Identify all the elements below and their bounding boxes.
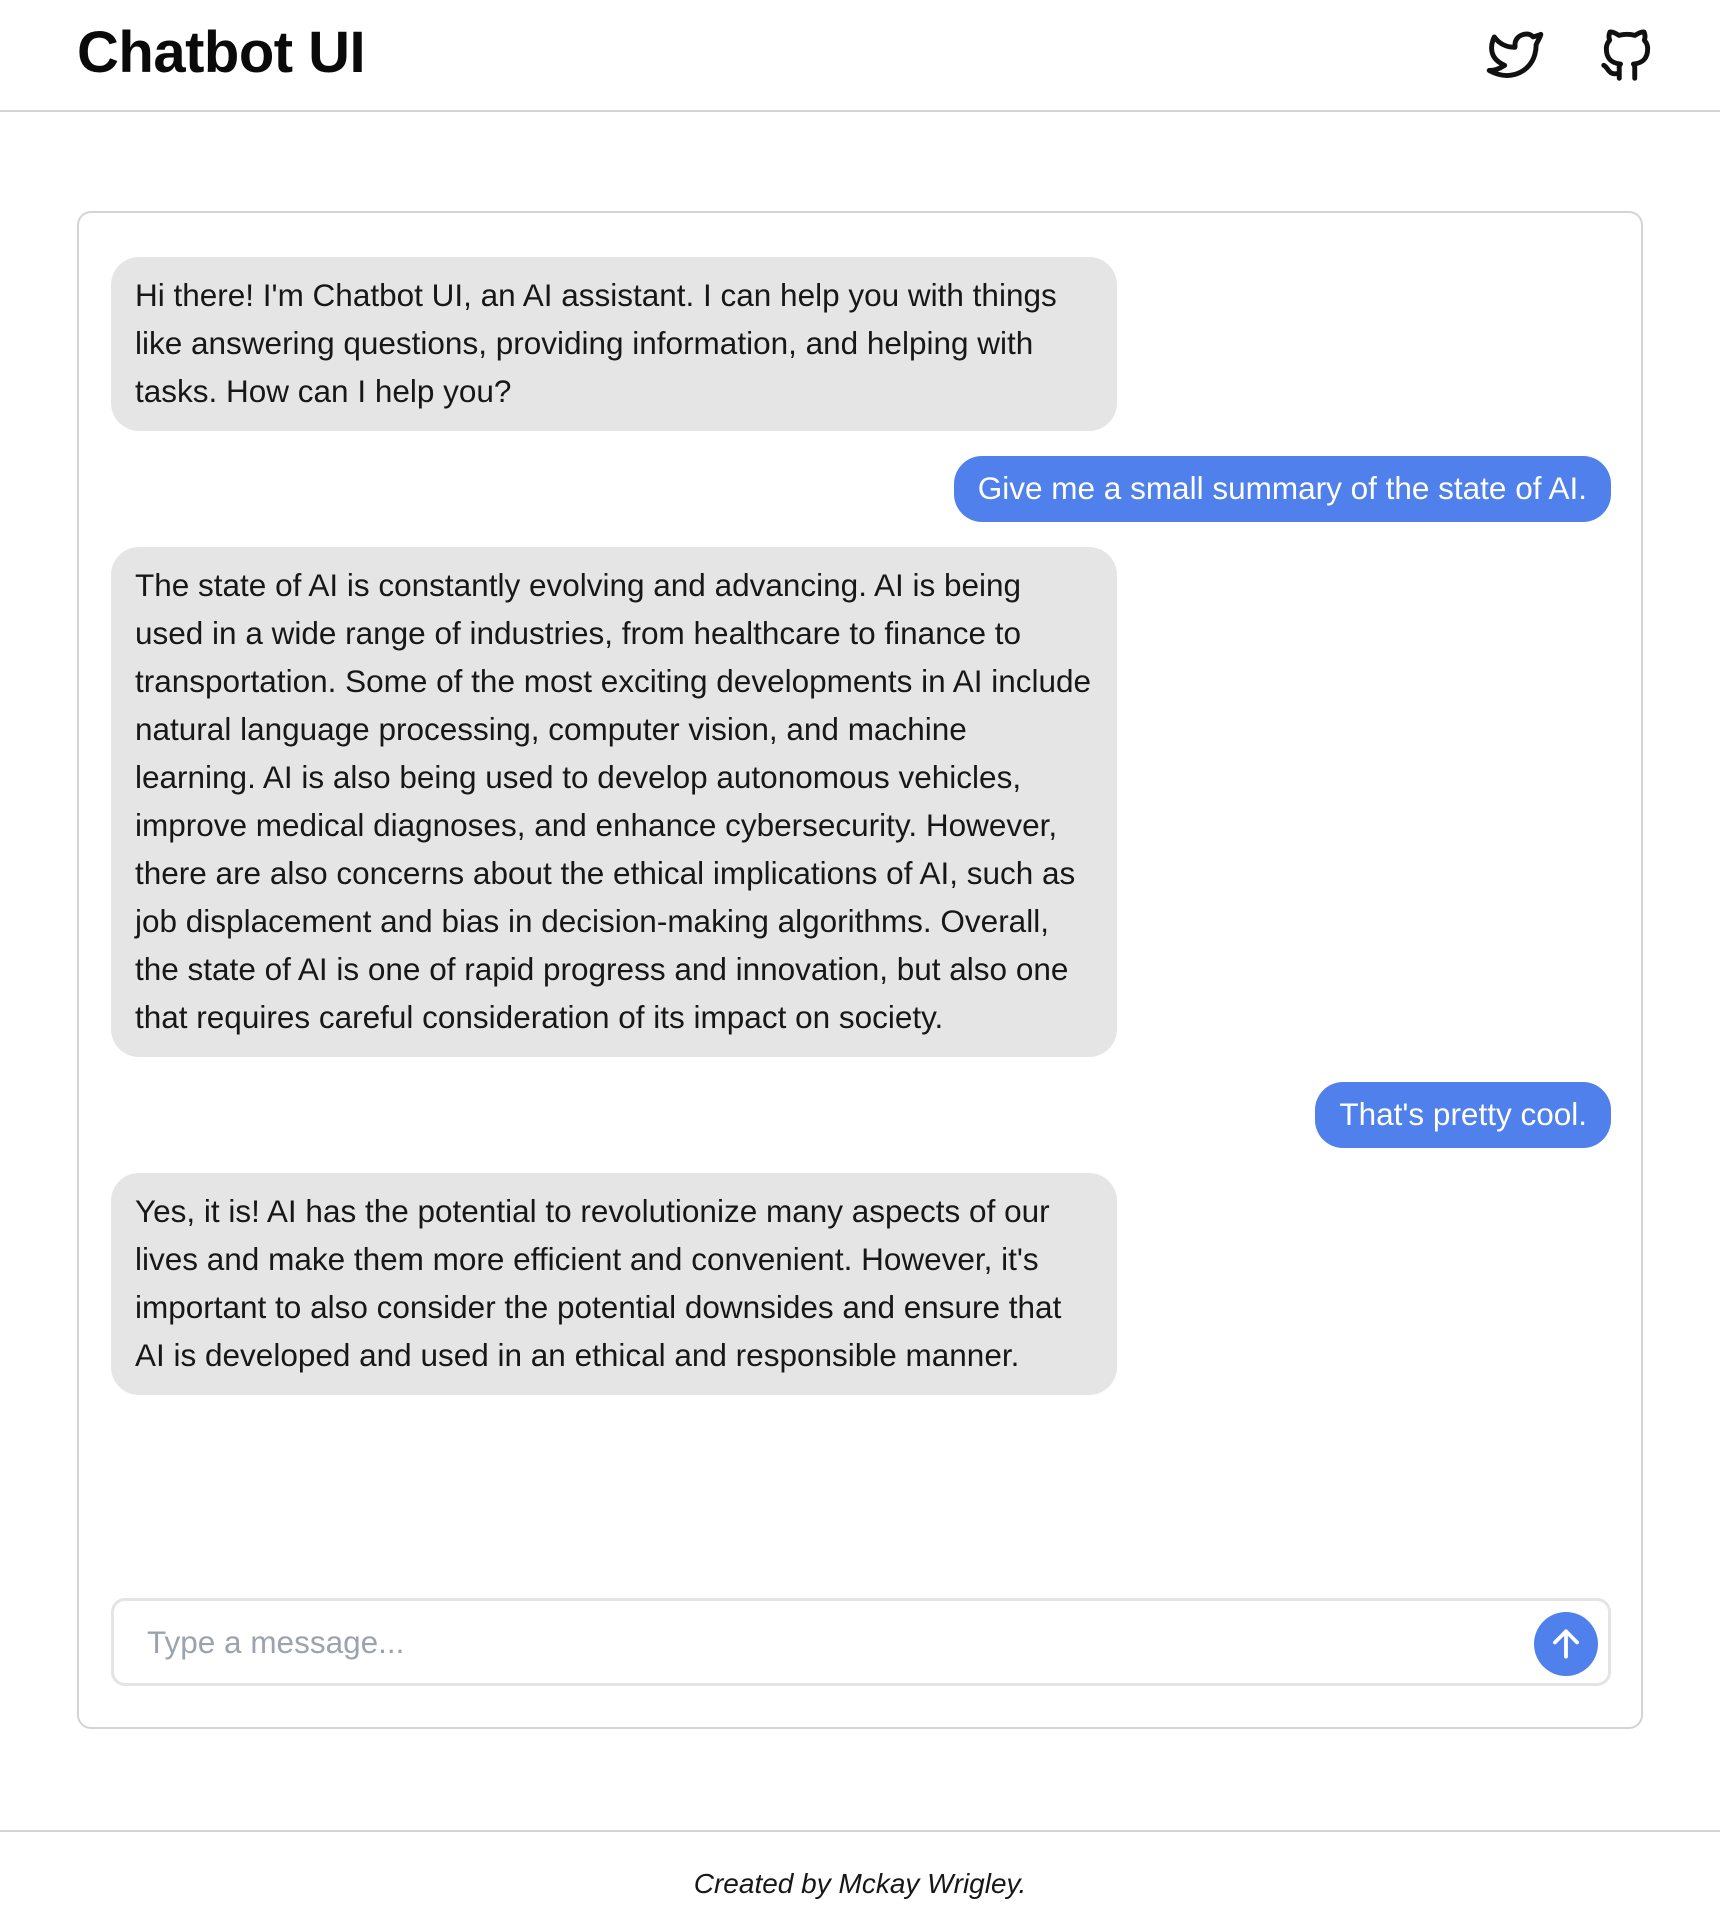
- send-button[interactable]: [1534, 1612, 1598, 1676]
- user-message: Give me a small summary of the state of …: [953, 456, 1611, 522]
- message-row: The state of AI is constantly evolving a…: [111, 547, 1611, 1057]
- message-row: Give me a small summary of the state of …: [111, 456, 1611, 522]
- chatbot-page: Chatbot UI Hi there! I'm Chatbot UI, an …: [0, 0, 1720, 1930]
- twitter-icon[interactable]: [1484, 24, 1546, 86]
- github-icon[interactable]: [1596, 24, 1658, 86]
- message-input[interactable]: [114, 1601, 1504, 1683]
- message-list: Hi there! I'm Chatbot UI, an AI assistan…: [111, 257, 1611, 1420]
- assistant-message: Yes, it is! AI has the potential to revo…: [111, 1173, 1117, 1395]
- message-row: Yes, it is! AI has the potential to revo…: [111, 1173, 1611, 1395]
- arrow-up-icon: [1553, 1629, 1579, 1659]
- footer-credit: Created by Mckay Wrigley.: [693, 1868, 1027, 1899]
- assistant-message: The state of AI is constantly evolving a…: [111, 547, 1117, 1057]
- app-title: Chatbot UI: [77, 20, 366, 85]
- header: Chatbot UI: [0, 0, 1720, 112]
- message-row: That's pretty cool.: [111, 1082, 1611, 1148]
- assistant-message: Hi there! I'm Chatbot UI, an AI assistan…: [111, 257, 1117, 431]
- message-input-box: [111, 1598, 1611, 1686]
- message-row: Hi there! I'm Chatbot UI, an AI assistan…: [111, 257, 1611, 431]
- footer: Created by Mckay Wrigley.: [0, 1830, 1720, 1930]
- chat-panel: Hi there! I'm Chatbot UI, an AI assistan…: [77, 211, 1643, 1729]
- user-message: That's pretty cool.: [1315, 1082, 1611, 1148]
